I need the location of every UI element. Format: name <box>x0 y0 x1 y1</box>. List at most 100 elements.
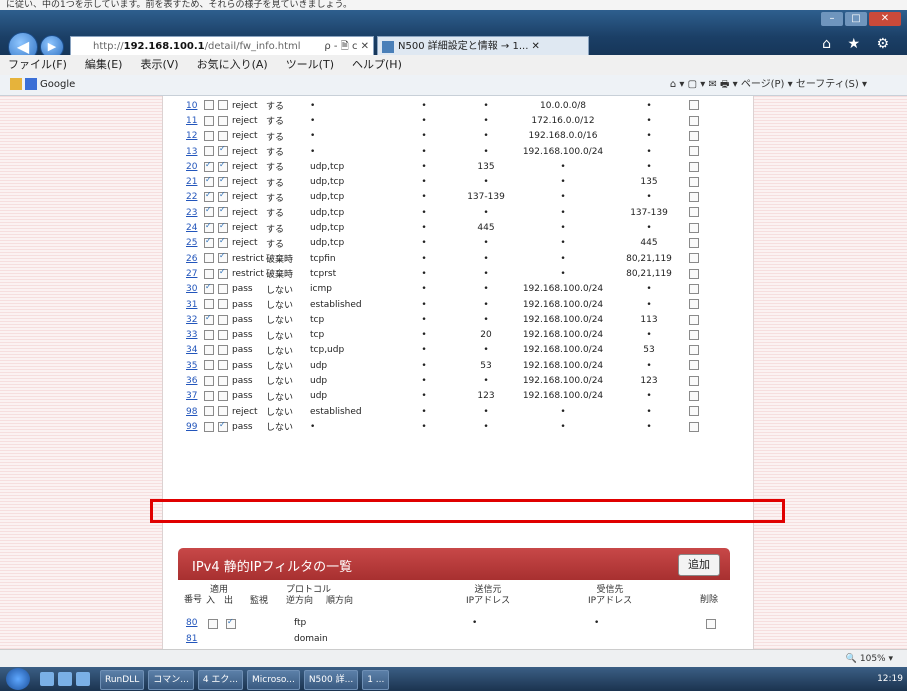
explorer-icon[interactable] <box>58 672 72 686</box>
in-checkbox[interactable] <box>204 345 214 356</box>
out-checkbox[interactable] <box>218 221 228 233</box>
out-checkbox[interactable] <box>218 190 228 203</box>
out-checkbox[interactable] <box>218 329 228 340</box>
out-checkbox[interactable] <box>218 205 228 218</box>
rule-number-link[interactable]: 34 <box>186 343 204 358</box>
out-checkbox[interactable] <box>218 420 228 432</box>
in-checkbox[interactable] <box>204 100 214 111</box>
delete-checkbox[interactable] <box>689 222 699 233</box>
out-checkbox[interactable] <box>218 391 228 402</box>
panel-row-num[interactable]: 80 <box>186 618 197 628</box>
out-checkbox[interactable] <box>218 345 228 356</box>
delete-checkbox[interactable] <box>689 360 699 371</box>
out-checkbox[interactable] <box>218 144 228 157</box>
rule-number-link[interactable]: 24 <box>186 220 204 235</box>
minimize-button[interactable]: – <box>821 12 843 26</box>
out-checkbox[interactable] <box>218 236 228 249</box>
delete-checkbox[interactable] <box>689 268 699 279</box>
delete-checkbox[interactable] <box>689 238 699 249</box>
rule-number-link[interactable]: 33 <box>186 327 204 342</box>
out-checkbox[interactable] <box>218 100 228 111</box>
out-checkbox[interactable] <box>226 617 236 629</box>
in-checkbox[interactable] <box>204 130 214 141</box>
favorite-google[interactable]: Google <box>10 75 75 95</box>
delete-checkbox[interactable] <box>689 345 699 356</box>
in-checkbox[interactable] <box>208 619 218 629</box>
menu-edit[interactable]: 編集(E) <box>85 55 123 75</box>
in-checkbox[interactable] <box>204 253 214 264</box>
in-checkbox[interactable] <box>204 205 214 218</box>
delete-checkbox[interactable] <box>689 406 699 417</box>
panel-row-num[interactable]: 81 <box>186 634 197 644</box>
rule-number-link[interactable]: 35 <box>186 358 204 373</box>
add-button[interactable]: 追加 <box>678 554 720 576</box>
out-checkbox[interactable] <box>218 175 228 187</box>
delete-checkbox[interactable] <box>689 375 699 386</box>
rule-number-link[interactable]: 31 <box>186 297 204 312</box>
delete-checkbox[interactable] <box>689 421 699 432</box>
menu-help[interactable]: ヘルプ(H) <box>352 55 402 75</box>
delete-checkbox[interactable] <box>689 253 699 264</box>
menu-tools[interactable]: ツール(T) <box>286 55 334 75</box>
ie-icon[interactable] <box>76 672 90 686</box>
delete-checkbox[interactable] <box>689 161 699 172</box>
in-checkbox[interactable] <box>204 329 214 340</box>
rule-number-link[interactable]: 99 <box>186 419 204 434</box>
delete-checkbox[interactable] <box>689 146 699 157</box>
delete-checkbox[interactable] <box>689 115 699 126</box>
out-checkbox[interactable] <box>218 314 228 325</box>
out-checkbox[interactable] <box>218 130 228 141</box>
rule-number-link[interactable]: 30 <box>186 282 204 297</box>
delete-checkbox[interactable] <box>689 130 699 141</box>
rule-number-link[interactable]: 23 <box>186 205 204 220</box>
taskbar-item[interactable]: Microso... <box>246 670 300 690</box>
in-checkbox[interactable] <box>204 190 214 203</box>
in-checkbox[interactable] <box>204 175 214 187</box>
maximize-button[interactable]: □ <box>845 12 867 26</box>
delete-checkbox[interactable] <box>689 314 699 325</box>
rule-number-link[interactable]: 98 <box>186 404 204 419</box>
delete-checkbox[interactable] <box>706 619 716 629</box>
start-button[interactable] <box>6 668 30 690</box>
menu-file[interactable]: ファイル(F) <box>8 55 67 75</box>
in-checkbox[interactable] <box>204 221 214 233</box>
in-checkbox[interactable] <box>204 391 214 402</box>
rule-number-link[interactable]: 13 <box>186 144 204 159</box>
delete-checkbox[interactable] <box>689 283 699 294</box>
taskbar-item[interactable]: RunDLL <box>100 670 145 690</box>
in-checkbox[interactable] <box>204 160 214 172</box>
out-checkbox[interactable] <box>218 267 228 279</box>
out-checkbox[interactable] <box>218 251 228 264</box>
toolbar-icons[interactable]: ⌂ ★ ⚙ <box>822 36 895 52</box>
taskbar-item[interactable]: N500 詳... <box>303 670 359 690</box>
rule-number-link[interactable]: 36 <box>186 373 204 388</box>
taskbar-item[interactable]: 4 エク... <box>197 670 243 690</box>
in-checkbox[interactable] <box>204 421 214 432</box>
command-bar[interactable]: ⌂ ▾ ▢ ▾ ✉ 🖶 ▾ ページ(P) ▾ セーフティ(S) ▾ <box>670 75 867 95</box>
menu-favorites[interactable]: お気に入り(A) <box>197 55 268 75</box>
delete-checkbox[interactable] <box>689 299 699 310</box>
in-checkbox[interactable] <box>204 268 214 279</box>
out-checkbox[interactable] <box>218 160 228 172</box>
rule-number-link[interactable]: 32 <box>186 312 204 327</box>
address-controls[interactable]: ρ - 🗎 c ✕ <box>324 37 369 57</box>
in-checkbox[interactable] <box>204 299 214 310</box>
in-checkbox[interactable] <box>204 360 214 371</box>
in-checkbox[interactable] <box>204 115 214 126</box>
rule-number-link[interactable]: 37 <box>186 389 204 404</box>
in-checkbox[interactable] <box>204 146 214 157</box>
rule-number-link[interactable]: 12 <box>186 129 204 144</box>
taskbar-item[interactable]: 1 ... <box>362 670 390 690</box>
delete-checkbox[interactable] <box>689 391 699 402</box>
out-checkbox[interactable] <box>218 360 228 371</box>
rule-number-link[interactable]: 22 <box>186 190 204 205</box>
show-desktop-icon[interactable] <box>40 672 54 686</box>
delete-checkbox[interactable] <box>689 192 699 203</box>
taskbar-item[interactable]: コマン... <box>148 670 194 690</box>
rule-number-link[interactable]: 27 <box>186 266 204 281</box>
in-checkbox[interactable] <box>204 406 214 417</box>
clock[interactable]: 12:19 <box>877 674 903 684</box>
out-checkbox[interactable] <box>218 283 228 294</box>
in-checkbox[interactable] <box>204 375 214 386</box>
zoom-control[interactable]: 🔍 105% ▾ <box>846 650 893 668</box>
